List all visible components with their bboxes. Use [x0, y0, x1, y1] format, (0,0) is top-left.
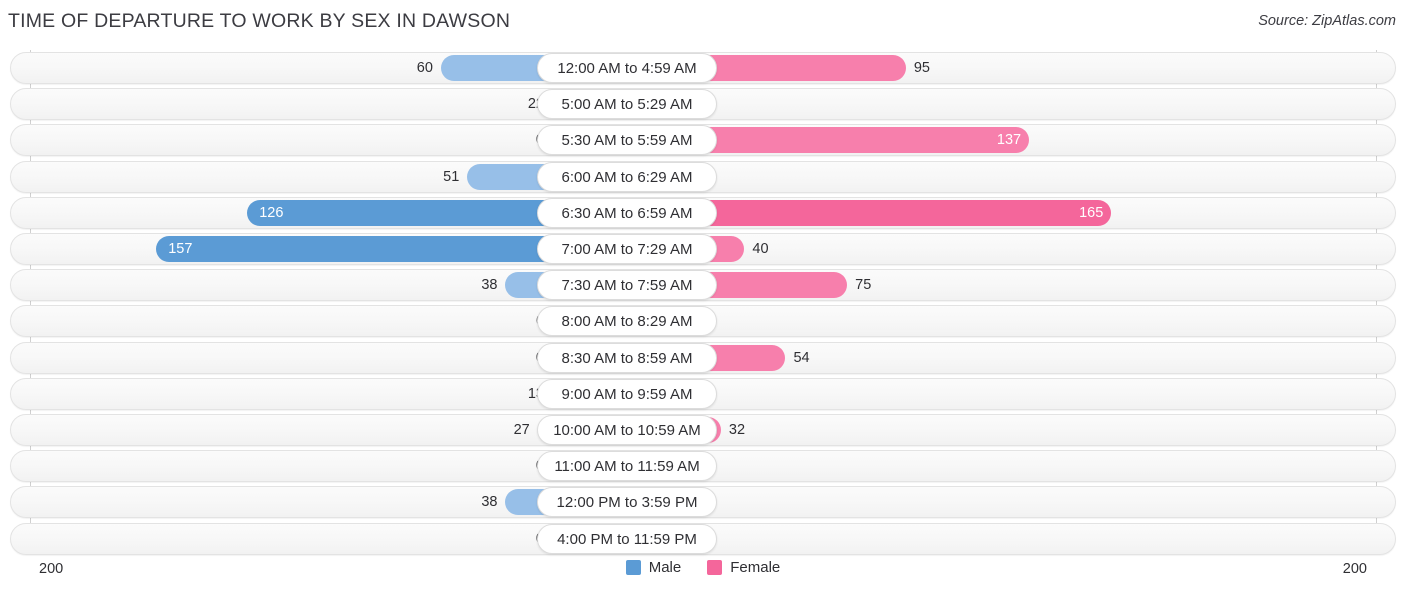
- chart-row: 1309:00 AM to 9:59 AM: [10, 377, 1396, 410]
- chart-row: 5106:00 AM to 6:29 AM: [10, 160, 1396, 193]
- category-label: 7:30 AM to 7:59 AM: [537, 270, 717, 301]
- chart-row: 0011:00 AM to 11:59 AM: [10, 450, 1396, 483]
- chart-legend: Male Female: [0, 559, 1406, 576]
- bar-value-female: 54: [793, 349, 810, 366]
- chart-container: TIME OF DEPARTURE TO WORK BY SEX IN DAWS…: [0, 0, 1406, 595]
- bar-value-female: 75: [855, 277, 872, 294]
- legend-label: Female: [730, 559, 781, 576]
- category-label: 5:30 AM to 5:59 AM: [537, 125, 717, 156]
- category-label: 11:00 AM to 11:59 AM: [537, 451, 717, 482]
- chart-row: 157 40 7:00 AM to 7:29 AM: [10, 233, 1396, 265]
- category-label: 8:00 AM to 8:29 AM: [537, 306, 717, 337]
- category-label: 6:30 AM to 6:59 AM: [537, 197, 717, 228]
- bar-value-male: 27: [513, 422, 530, 438]
- category-label: 10:00 AM to 10:59 AM: [537, 415, 717, 445]
- bar-value-female: 95: [913, 60, 930, 76]
- category-label: 12:00 PM to 3:59 PM: [537, 487, 717, 518]
- chart-row: 60 95 12:00 AM to 4:59 AM: [10, 52, 1396, 84]
- bar-value-male: 13: [527, 385, 544, 402]
- chart-row: 126 165 6:30 AM to 6:59 AM: [10, 196, 1396, 229]
- bar-value-male: 157: [168, 241, 193, 257]
- bar-value-male: 0: [442, 127, 544, 153]
- chart-row: 6148:00 AM to 8:29 AM: [10, 305, 1396, 338]
- chart-row: 381212:00 PM to 3:59 PM: [10, 486, 1396, 519]
- bar-value-male: 0: [442, 526, 544, 552]
- bar-value-male: 51: [443, 168, 460, 185]
- chart-row: 004:00 PM to 11:59 PM: [10, 522, 1396, 555]
- category-label: 9:00 AM to 9:59 AM: [537, 378, 717, 409]
- bar-value-male: 22: [527, 96, 544, 113]
- page-title: TIME OF DEPARTURE TO WORK BY SEX IN DAWS…: [8, 10, 511, 32]
- legend-item-male[interactable]: Male: [625, 559, 682, 576]
- chart-row: 27 32 10:00 AM to 10:59 AM: [10, 414, 1396, 446]
- category-label: 7:00 AM to 7:29 AM: [537, 234, 717, 264]
- category-label: 5:00 AM to 5:29 AM: [537, 89, 717, 120]
- bar-value-female: 32: [728, 422, 746, 438]
- legend-item-female[interactable]: Female: [707, 559, 780, 576]
- chart-row: 38 75 7:30 AM to 7:59 AM: [10, 269, 1396, 302]
- bar-value-male: 38: [481, 494, 498, 511]
- bar-value-male: 60: [416, 60, 433, 76]
- bar-value-female: 137: [996, 132, 1022, 149]
- bar-value-male: 6: [442, 308, 544, 334]
- bar-value-female: 40: [752, 241, 769, 257]
- bar-value-male: 38: [481, 277, 498, 294]
- source-attribution: Source: ZipAtlas.com: [1258, 13, 1396, 29]
- bar-value-male: 126: [259, 204, 284, 221]
- chart-row: 0 54 8:30 AM to 8:59 AM: [10, 341, 1396, 374]
- category-label: 12:00 AM to 4:59 AM: [537, 53, 717, 83]
- chart-row: 2205:00 AM to 5:29 AM: [10, 88, 1396, 121]
- category-label: 6:00 AM to 6:29 AM: [537, 161, 717, 192]
- bar-value-male: 0: [442, 453, 544, 479]
- legend-swatch-icon: [707, 560, 723, 575]
- bar-value-male: 0: [442, 345, 544, 371]
- plot-area: 609512:00 AM to 4:59 AM2205:00 AM to 5:2…: [0, 50, 1406, 555]
- chart-row: 0 137 5:30 AM to 5:59 AM: [10, 124, 1396, 157]
- category-label: 8:30 AM to 8:59 AM: [537, 342, 717, 373]
- legend-swatch-icon: [625, 560, 641, 575]
- bar-value-female: 165: [1079, 204, 1104, 221]
- category-label: 4:00 PM to 11:59 PM: [537, 523, 717, 554]
- legend-label: Male: [648, 559, 682, 576]
